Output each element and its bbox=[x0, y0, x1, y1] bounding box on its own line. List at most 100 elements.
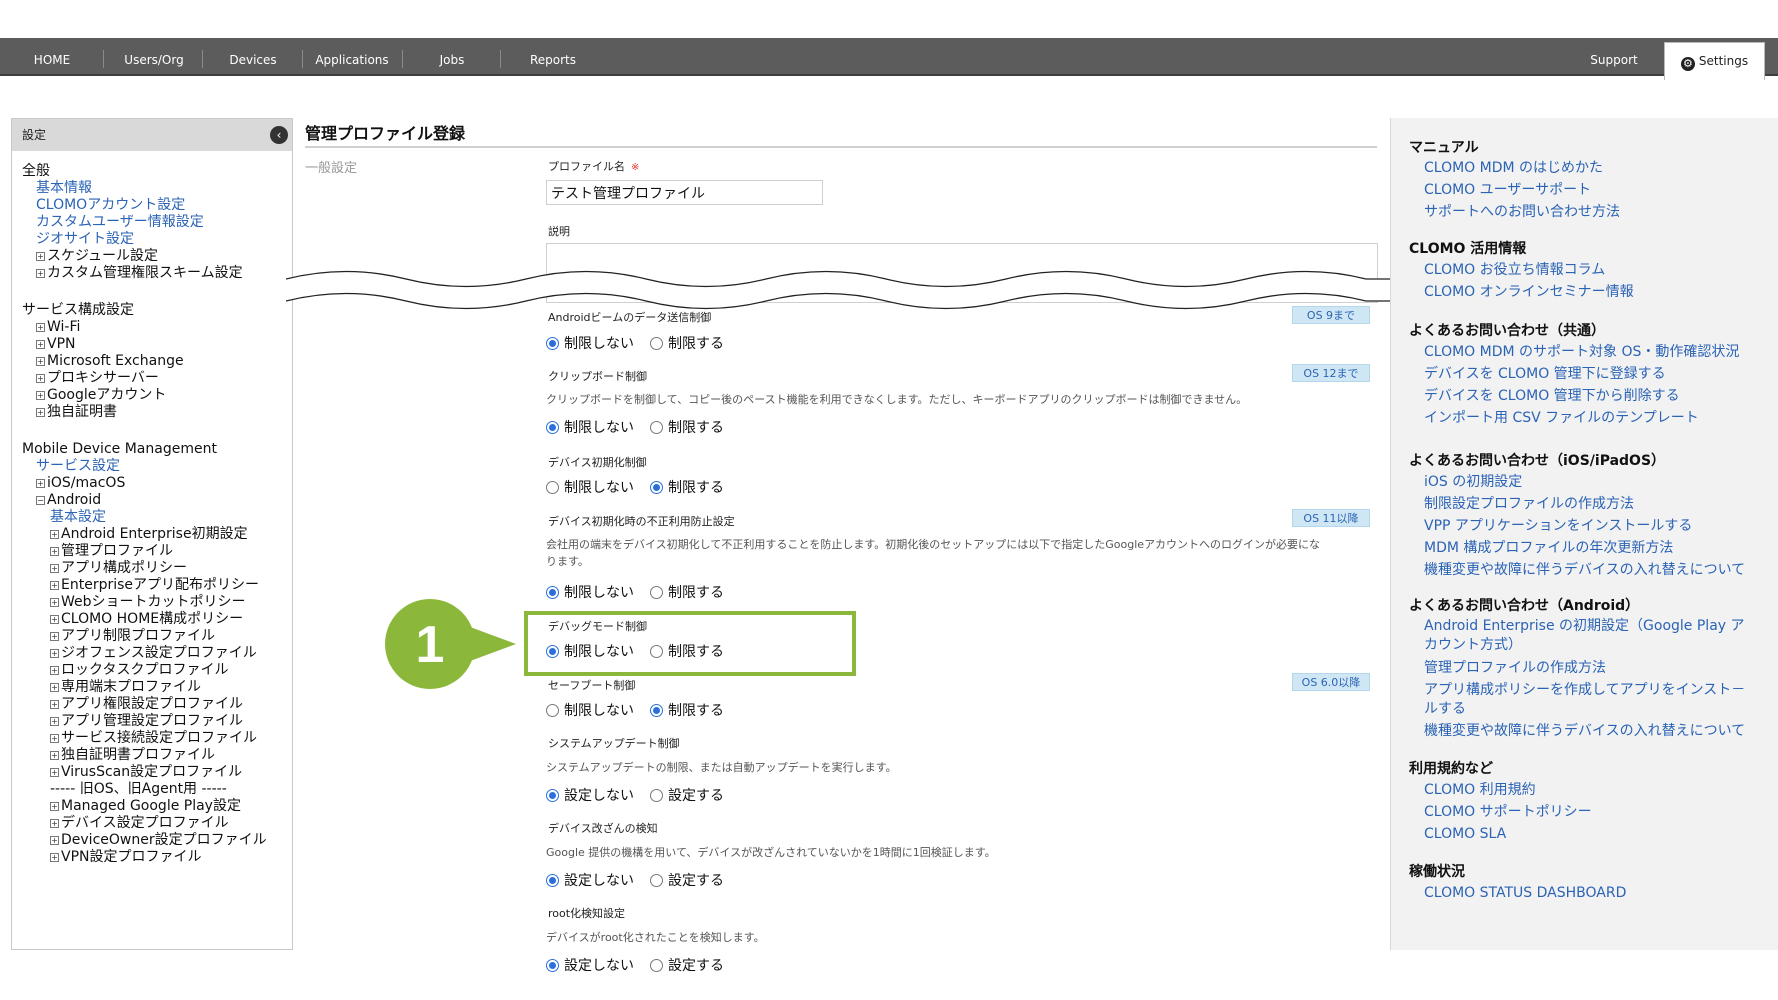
expand-icon[interactable]: + bbox=[36, 357, 45, 366]
sidebar-item[interactable]: + CLOMO HOME構成ポリシー bbox=[50, 610, 243, 628]
nav-devices[interactable]: Devices bbox=[210, 38, 296, 76]
radio-button[interactable] bbox=[546, 481, 559, 494]
radio-button[interactable] bbox=[546, 337, 559, 350]
radio-option-off[interactable]: 設定しない bbox=[546, 785, 634, 805]
expand-icon[interactable]: + bbox=[50, 836, 59, 845]
sidebar-item[interactable]: CLOMOアカウント設定 bbox=[36, 196, 185, 214]
sidebar-item[interactable]: カスタムユーザー情報設定 bbox=[36, 213, 204, 231]
radio-button[interactable] bbox=[650, 789, 663, 802]
sidebar-item[interactable]: + Enterpriseアプリ配布ポリシー bbox=[50, 576, 259, 594]
expand-icon[interactable]: + bbox=[50, 802, 59, 811]
help-link[interactable]: CLOMO STATUS DASHBOARD bbox=[1424, 884, 1626, 903]
sidebar-item[interactable]: ジオサイト設定 bbox=[36, 230, 134, 248]
expand-icon[interactable]: + bbox=[50, 615, 59, 624]
help-link[interactable]: カウント方式） bbox=[1424, 636, 1522, 655]
help-link[interactable]: CLOMO サポートポリシー bbox=[1424, 803, 1592, 822]
settings-tab[interactable]: ⚙ Settings bbox=[1664, 42, 1765, 80]
help-link[interactable]: デバイスを CLOMO 管理下に登録する bbox=[1424, 365, 1666, 384]
expand-icon[interactable]: + bbox=[50, 666, 59, 675]
sidebar-item[interactable]: + iOS/macOS bbox=[36, 474, 125, 492]
expand-icon[interactable]: + bbox=[50, 598, 59, 607]
sidebar-item[interactable]: + サービス接続設定プロファイル bbox=[50, 729, 257, 747]
expand-icon[interactable]: + bbox=[50, 649, 59, 658]
nav-users-org[interactable]: Users/Org bbox=[110, 38, 198, 76]
expand-icon[interactable]: + bbox=[50, 853, 59, 862]
radio-option-on[interactable]: 制限する bbox=[650, 477, 724, 497]
help-link[interactable]: CLOMO MDM のはじめかた bbox=[1424, 159, 1603, 178]
expand-icon[interactable]: + bbox=[50, 734, 59, 743]
sidebar-item[interactable]: + VPN設定プロファイル bbox=[50, 848, 202, 866]
expand-icon[interactable]: + bbox=[50, 700, 59, 709]
radio-option-off[interactable]: 制限しない bbox=[546, 333, 634, 353]
radio-option-off[interactable]: 設定しない bbox=[546, 870, 634, 890]
sidebar-item[interactable]: + Microsoft Exchange bbox=[36, 352, 184, 370]
sidebar-item[interactable]: + 管理プロファイル bbox=[50, 542, 173, 560]
sidebar-item[interactable]: + アプリ構成ポリシー bbox=[50, 559, 187, 577]
sidebar-item[interactable]: + デバイス設定プロファイル bbox=[50, 814, 229, 832]
sidebar-item[interactable]: + 専用端末プロファイル bbox=[50, 678, 201, 696]
sidebar-item[interactable]: 基本情報 bbox=[36, 179, 92, 197]
sidebar-item[interactable]: + ジオフェンス設定プロファイル bbox=[50, 644, 257, 662]
radio-button[interactable] bbox=[650, 874, 663, 887]
expand-icon[interactable]: + bbox=[36, 323, 45, 332]
nav-home[interactable]: HOME bbox=[12, 38, 92, 76]
radio-option-off[interactable]: 制限しない bbox=[546, 417, 634, 437]
nav-applications[interactable]: Applications bbox=[307, 38, 397, 76]
radio-button[interactable] bbox=[650, 704, 663, 717]
sidebar-item[interactable]: + VPN bbox=[36, 335, 76, 353]
help-link[interactable]: サポートへのお問い合わせ方法 bbox=[1424, 203, 1620, 222]
help-link[interactable]: CLOMO オンラインセミナー情報 bbox=[1424, 283, 1634, 302]
expand-icon[interactable]: + bbox=[36, 374, 45, 383]
sidebar-item[interactable]: + 独自証明書 bbox=[36, 403, 117, 421]
sidebar-item[interactable]: + アプリ制限プロファイル bbox=[50, 627, 215, 645]
expand-icon[interactable]: + bbox=[50, 632, 59, 641]
radio-option-on[interactable]: 制限する bbox=[650, 582, 724, 602]
radio-button[interactable] bbox=[546, 586, 559, 599]
help-link[interactable]: CLOMO お役立ち情報コラム bbox=[1424, 261, 1605, 280]
sidebar-item[interactable]: サービス設定 bbox=[36, 457, 120, 475]
radio-option-on[interactable]: 設定する bbox=[650, 955, 724, 975]
expand-icon[interactable]: + bbox=[50, 717, 59, 726]
sidebar-item[interactable]: + プロキシサーバー bbox=[36, 369, 159, 387]
expand-icon[interactable]: + bbox=[50, 751, 59, 760]
help-link[interactable]: CLOMO ユーザーサポート bbox=[1424, 181, 1591, 200]
help-link[interactable]: インポート用 CSV ファイルのテンプレート bbox=[1424, 409, 1699, 428]
nav-support[interactable]: Support bbox=[1570, 38, 1658, 76]
sidebar-item[interactable]: + ロックタスクプロファイル bbox=[50, 661, 228, 679]
expand-icon[interactable]: + bbox=[36, 391, 45, 400]
radio-option-on[interactable]: 設定する bbox=[650, 870, 724, 890]
expand-icon[interactable]: + bbox=[50, 819, 59, 828]
sidebar-item[interactable]: 基本設定 bbox=[50, 508, 106, 526]
expand-icon[interactable]: + bbox=[36, 408, 45, 417]
sidebar-item[interactable]: + Android Enterprise初期設定 bbox=[50, 525, 248, 543]
sidebar-item[interactable]: + Googleアカウント bbox=[36, 386, 166, 404]
radio-option-on[interactable]: 制限する bbox=[650, 700, 724, 720]
help-link[interactable]: 管理プロファイルの作成方法 bbox=[1424, 659, 1606, 678]
radio-button[interactable] bbox=[650, 337, 663, 350]
sidebar-item[interactable]: + DeviceOwner設定プロファイル bbox=[50, 831, 267, 849]
radio-option-off[interactable]: 制限しない bbox=[546, 700, 634, 720]
radio-button[interactable] bbox=[546, 704, 559, 717]
sidebar-item[interactable]: + アプリ管理設定プロファイル bbox=[50, 712, 243, 730]
collapse-icon[interactable]: − bbox=[36, 496, 45, 505]
help-link[interactable]: CLOMO 利用規約 bbox=[1424, 781, 1536, 800]
expand-icon[interactable]: + bbox=[50, 581, 59, 590]
help-link[interactable]: MDM 構成プロファイルの年次更新方法 bbox=[1424, 539, 1673, 558]
radio-button[interactable] bbox=[546, 874, 559, 887]
expand-icon[interactable]: + bbox=[36, 340, 45, 349]
radio-button[interactable] bbox=[546, 421, 559, 434]
expand-icon[interactable]: + bbox=[50, 530, 59, 539]
radio-option-on[interactable]: 制限する bbox=[650, 333, 724, 353]
radio-button[interactable] bbox=[650, 959, 663, 972]
sidebar-item[interactable]: + Wi-Fi bbox=[36, 318, 80, 336]
radio-button[interactable] bbox=[650, 481, 663, 494]
expand-icon[interactable]: + bbox=[36, 479, 45, 488]
radio-option-off[interactable]: 制限しない bbox=[546, 582, 634, 602]
help-link[interactable]: VPP アプリケーションをインストールする bbox=[1424, 517, 1692, 536]
expand-icon[interactable]: + bbox=[50, 768, 59, 777]
profile-name-input[interactable] bbox=[546, 180, 823, 205]
sidebar-item[interactable]: + アプリ権限設定プロファイル bbox=[50, 695, 243, 713]
sidebar-item[interactable]: + 独自証明書プロファイル bbox=[50, 746, 215, 764]
radio-option-on[interactable]: 設定する bbox=[650, 785, 724, 805]
radio-button[interactable] bbox=[650, 421, 663, 434]
